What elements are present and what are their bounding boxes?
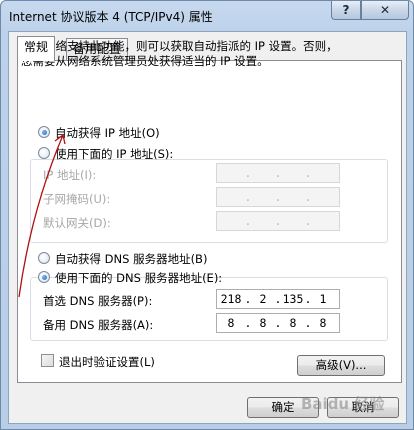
watermark: Baidu 经验	[301, 395, 385, 413]
dialog-window: Internet 协议版本 4 (TCP/IPv4) 属性 ? ✕ 常规 备用配…	[0, 0, 414, 430]
annotation-arrow	[18, 134, 66, 298]
tab-general[interactable]: 常规	[17, 36, 56, 61]
